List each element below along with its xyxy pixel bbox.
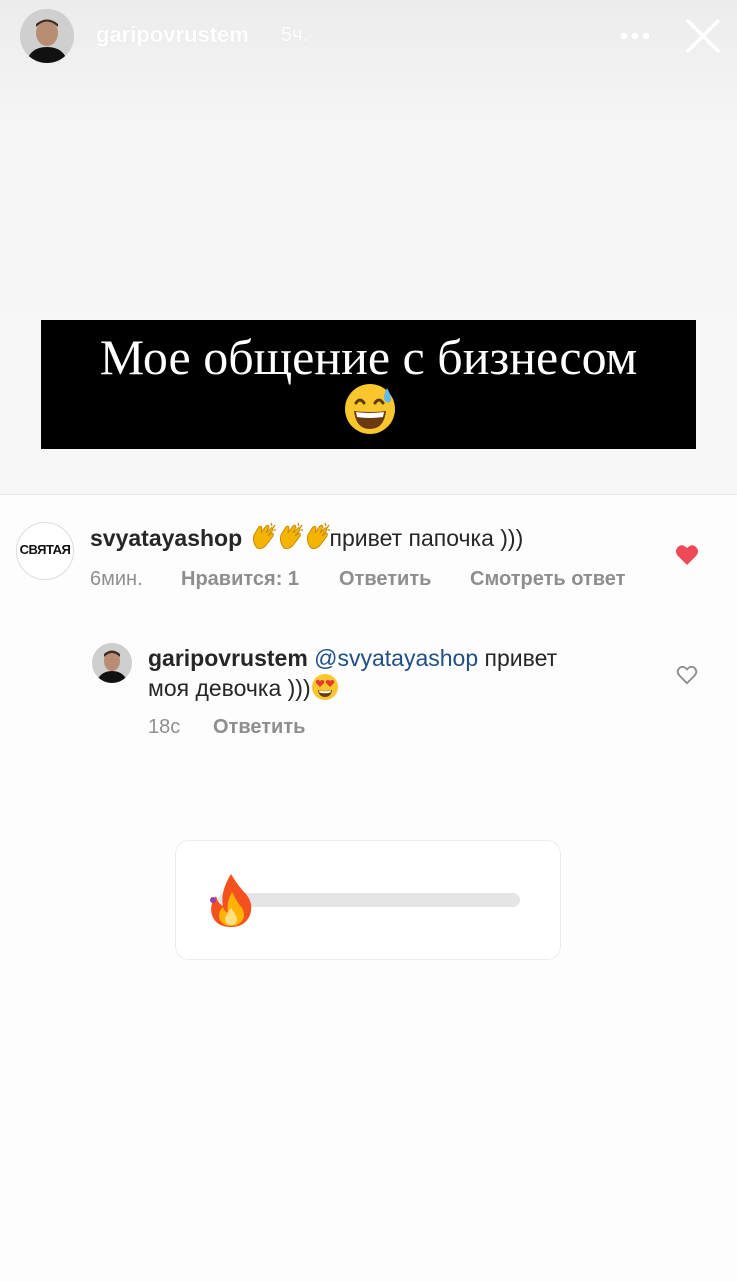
reply-reply-button[interactable]: Ответить: [213, 716, 305, 739]
clapping-hands-emoji: [249, 522, 279, 552]
comment-text: svyatayashop привет папочка ))): [90, 522, 523, 552]
comment-reply-button[interactable]: Ответить: [339, 568, 431, 591]
reply-time: 18с: [148, 716, 181, 738]
comment-body: привет папочка ))): [329, 525, 524, 551]
header-avatar[interactable]: [20, 9, 74, 63]
heart-outline-icon[interactable]: [676, 665, 698, 685]
fire-emoji[interactable]: [206, 872, 256, 928]
reply-comment-text: garipovrustem @svyatayashop привет моя д…: [148, 643, 618, 703]
slider-track[interactable]: [218, 893, 520, 907]
reply-body-line2: моя девочка ))): [148, 675, 311, 701]
reply-body-line1: привет: [484, 645, 558, 671]
caption-text: Мое общение с бизнесом: [99, 329, 638, 385]
heart-eyes-emoji: [311, 673, 339, 701]
clapping-hands-emoji: [303, 522, 333, 552]
reply-username[interactable]: garipovrustem: [148, 645, 308, 671]
clapping-hands-emoji: [276, 522, 306, 552]
comment-username[interactable]: svyatayashop: [90, 525, 242, 551]
grinning-sweat-emoji: [343, 382, 397, 436]
header-time: 5ч.: [281, 24, 309, 46]
more-horizontal-icon[interactable]: [615, 24, 655, 48]
comment-likes-count[interactable]: Нравится: 1: [181, 568, 299, 591]
shop-logo: СВЯТАЯ: [19, 542, 71, 557]
reply-mention-link[interactable]: @svyatayashop: [314, 645, 478, 671]
reply-avatar[interactable]: [92, 643, 132, 683]
header-username[interactable]: garipovrustem: [96, 22, 249, 48]
shop-avatar[interactable]: СВЯТАЯ: [16, 522, 74, 580]
heart-filled-icon[interactable]: [675, 544, 699, 566]
story-caption: Мое общение с бизнесом: [41, 320, 696, 449]
close-icon[interactable]: [683, 16, 723, 56]
view-reply-button[interactable]: Смотреть ответ: [470, 568, 625, 591]
comment-time: 6мин.: [90, 568, 143, 590]
